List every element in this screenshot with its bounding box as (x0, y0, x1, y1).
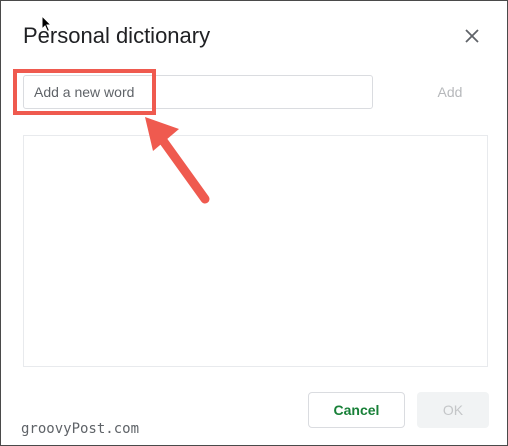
personal-dictionary-dialog: Personal dictionary Add groovyPost.com C… (0, 0, 508, 446)
ok-button[interactable]: OK (417, 392, 489, 428)
dialog-title: Personal dictionary (23, 23, 211, 48)
cancel-button[interactable]: Cancel (308, 392, 405, 428)
new-word-input[interactable] (23, 75, 373, 109)
word-list[interactable] (23, 135, 488, 367)
close-icon[interactable] (462, 26, 482, 46)
add-word-button[interactable]: Add (421, 79, 479, 105)
watermark: groovyPost.com (21, 421, 140, 437)
